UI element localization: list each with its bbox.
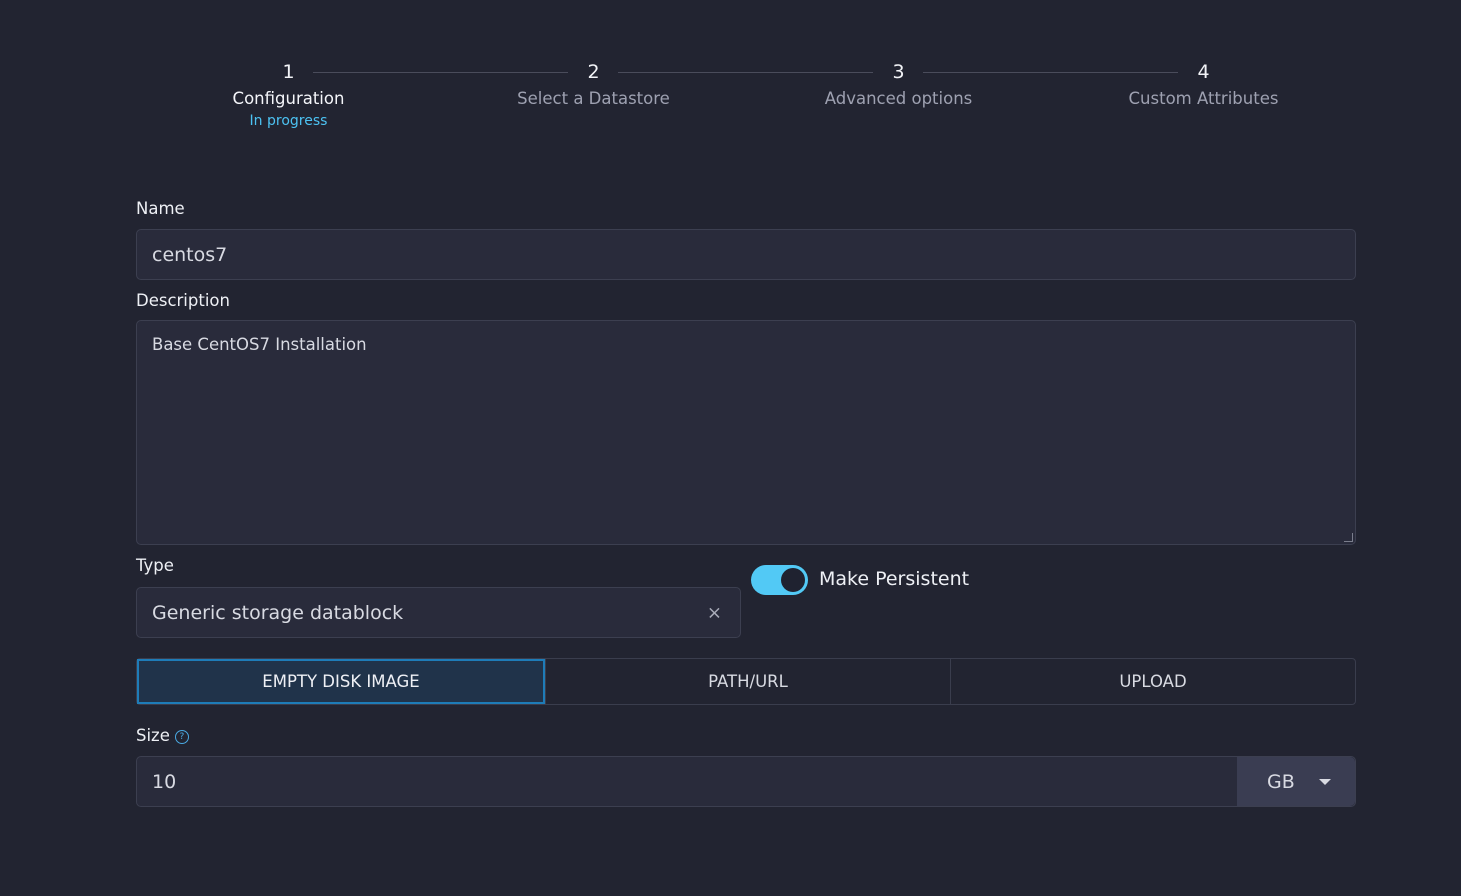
name-input-value: centos7 <box>152 243 228 266</box>
step-label: Configuration <box>232 89 345 108</box>
step-number: 1 <box>282 61 295 83</box>
step-number: 3 <box>892 61 905 83</box>
step-number: 4 <box>1197 61 1210 83</box>
tab-path-url[interactable]: PATH/URL <box>545 659 950 704</box>
size-unit-value: GB <box>1267 770 1295 793</box>
step-label: Custom Attributes <box>1128 89 1279 108</box>
step-custom-attributes[interactable]: 4 Custom Attributes <box>1051 58 1356 110</box>
description-label: Description <box>136 291 230 310</box>
step-label: Advanced options <box>824 89 973 108</box>
tab-empty-disk-image[interactable]: EMPTY DISK IMAGE <box>137 659 545 704</box>
type-select[interactable]: Generic storage datablock × <box>136 587 741 638</box>
step-advanced-options[interactable]: 3 Advanced options <box>746 58 1051 110</box>
name-label: Name <box>136 199 185 218</box>
chevron-down-icon <box>1318 778 1331 785</box>
step-label: Select a Datastore <box>517 89 670 108</box>
size-label: Size <box>136 726 170 745</box>
name-input[interactable]: centos7 <box>136 229 1356 280</box>
description-value: Base CentOS7 Installation <box>152 335 367 354</box>
size-label-row: Size? <box>136 726 189 745</box>
resize-handle-icon[interactable] <box>1344 533 1353 542</box>
make-persistent-label: Make Persistent <box>819 568 970 590</box>
step-status: In progress <box>249 113 328 129</box>
step-number: 2 <box>587 61 600 83</box>
step-select-datastore[interactable]: 2 Select a Datastore <box>441 58 746 110</box>
clear-icon[interactable]: × <box>707 602 722 623</box>
size-input-value: 10 <box>152 770 177 793</box>
type-select-value: Generic storage datablock <box>152 601 404 624</box>
type-label: Type <box>136 556 174 575</box>
image-source-tabs: EMPTY DISK IMAGE PATH/URL UPLOAD <box>136 658 1356 705</box>
tab-upload[interactable]: UPLOAD <box>950 659 1355 704</box>
size-unit-select[interactable]: GB <box>1237 757 1355 806</box>
size-input[interactable]: 10 <box>136 756 1356 807</box>
help-icon[interactable]: ? <box>174 729 189 744</box>
description-textarea[interactable]: Base CentOS7 Installation <box>136 320 1356 545</box>
toggle-knob <box>781 568 805 592</box>
step-configuration[interactable]: 1 Configuration In progress <box>136 58 441 131</box>
make-persistent-toggle[interactable] <box>751 565 808 595</box>
wizard-stepper: 1 Configuration In progress 2 Select a D… <box>136 58 1356 148</box>
